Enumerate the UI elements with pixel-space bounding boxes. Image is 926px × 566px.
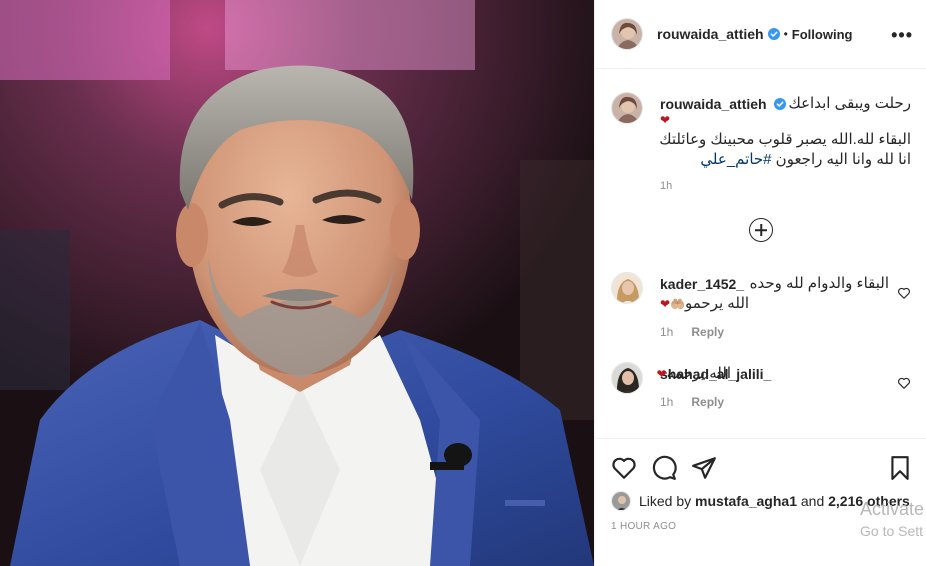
more-options-icon[interactable]: ••• [891,26,913,44]
commenter-username[interactable]: kader_1452_ [660,276,744,292]
follow-status-button[interactable]: Following [792,27,853,42]
post-sidebar: rouwaida_attieh • Following ••• rouwaida… [594,0,926,566]
verified-badge-icon [767,28,780,40]
caption-line-3-text: انا لله وانا اليه راجعون [771,151,911,168]
post-photo[interactable] [0,0,594,566]
post-dialog: rouwaida_attieh • Following ••• rouwaida… [0,0,926,566]
post-header: rouwaida_attieh • Following ••• [595,0,926,69]
watermark-line-2: Go to Sett [860,523,924,539]
comment-icon[interactable] [651,455,677,481]
comment-meta: 1h Reply [660,325,724,339]
comment-meta: 1h Reply [660,395,724,409]
activation-watermark: Activate Go to Sett [860,498,924,542]
comment-text-line-2: الله يرحمو🤲🏼❤ [660,294,749,312]
reply-button[interactable]: Reply [691,395,724,409]
comment-item: kader_1452_ البقاء والدوام لله وحده الله… [611,272,911,339]
heart-icon[interactable] [611,455,637,481]
author-username[interactable]: rouwaida_attieh [657,26,764,42]
caption-line-3: انا لله وانا اليه راجعون #حاتم_علي [700,150,911,168]
caption-time[interactable]: 1h [660,180,672,192]
plus-circle-icon[interactable] [749,218,773,242]
comment-text-line-2-text: الله يرحمو [685,295,750,312]
author-avatar[interactable] [611,18,643,50]
comment-time[interactable]: 1h [660,395,673,409]
post-timestamp[interactable]: 1 HOUR AGO [611,521,676,532]
comment-item: shahad_al_jalili_ الله يرحمه❤ 1h Reply [611,362,911,422]
reply-button[interactable]: Reply [691,325,724,339]
caption-username[interactable]: rouwaida_attieh [660,96,787,112]
verified-badge-icon [774,98,787,110]
commenter-avatar[interactable] [611,362,643,394]
caption-line-2: البقاء لله.الله يصبر قلوب محبينك وعائلتك [659,131,911,148]
comment-like-heart-icon[interactable] [897,376,911,390]
liked-by-conjunction: and [800,493,825,509]
caption-avatar[interactable] [611,92,643,124]
liked-by-prefix: Liked by [639,493,692,509]
separator-dot: • [783,27,788,41]
share-icon[interactable] [691,455,717,481]
bookmark-icon[interactable] [887,455,913,481]
comment-text-line-1: البقاء والدوام لله وحده [749,275,889,292]
comment-like-heart-icon[interactable] [897,286,911,300]
comment-time[interactable]: 1h [660,325,673,339]
comment-text-line-1: الله يرحمه❤ [657,364,731,382]
caption-username-text[interactable]: rouwaida_attieh [660,96,767,112]
liker-username[interactable]: mustafa_agha1 [695,493,797,509]
caption-line-1: رحلت ويبقى ابداعك [788,95,911,112]
watermark-line-1: Activate [860,499,925,519]
commenter-avatar[interactable] [611,272,643,304]
portrait-image [0,0,594,566]
hashtag-link[interactable]: #حاتم_علي [700,151,771,168]
comment-emojis: ❤ [656,367,667,381]
comment-emojis: 🤲🏼❤ [660,297,685,311]
liker-avatar[interactable] [611,491,631,511]
comment-text: الله يرحمه [666,365,731,382]
heart-emoji: ❤ [660,113,671,127]
